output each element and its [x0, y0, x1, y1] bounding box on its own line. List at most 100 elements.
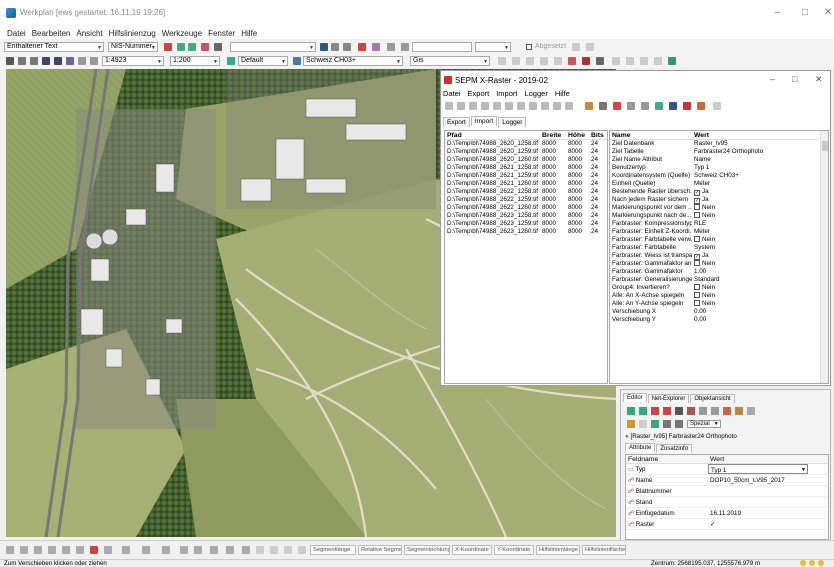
search-icon[interactable] [164, 43, 172, 51]
attribute-row[interactable]: ☍ Blattnummer [626, 486, 828, 497]
property-row[interactable]: Farbraster: Weiss ist transpa... ✓ Ja [610, 252, 828, 260]
attribute-row[interactable]: ☍ Name DOP10_50cm_LV95_2017 [626, 475, 828, 486]
tab-zusatzinfo[interactable]: Zusatzinfo [656, 444, 693, 453]
seg-tool13-icon[interactable] [242, 546, 250, 554]
tb-new-icon[interactable] [445, 102, 453, 110]
col-bits[interactable]: Bits [589, 131, 607, 139]
property-value[interactable]: ✓ Ja [692, 188, 820, 196]
menu-ansicht[interactable]: Ansicht [76, 29, 102, 38]
menu-datei[interactable]: Datei [7, 29, 26, 38]
col-breite[interactable]: Breite [540, 131, 566, 139]
property-row[interactable]: Farbraster: Farbtabelle verw... Nein [610, 236, 828, 244]
property-value[interactable]: Meter [692, 228, 820, 236]
seg-tool16-icon[interactable] [284, 546, 292, 554]
seg-tool10-icon[interactable] [194, 546, 202, 554]
spezial-dropdown[interactable]: Spezial ▼ [687, 420, 721, 428]
tb-open-icon[interactable] [457, 102, 465, 110]
ed-new-icon[interactable] [627, 407, 635, 415]
text-tool-icon[interactable] [387, 43, 395, 51]
attribute-value[interactable] [708, 486, 808, 496]
menu-werkzeuge[interactable]: Werkzeuge [162, 29, 202, 38]
move-icon[interactable] [18, 57, 26, 65]
cut-icon[interactable] [582, 57, 590, 65]
text-search-combo[interactable]: Enthaltener Text ▼ [4, 42, 104, 52]
seg-tool12-icon[interactable] [226, 546, 234, 554]
tool-icon[interactable] [612, 57, 620, 65]
tb-run-icon[interactable] [613, 102, 621, 110]
property-row[interactable]: Alle: An X-Achse spiegeln Nein [610, 292, 828, 300]
seg-tool1-icon[interactable] [6, 546, 14, 554]
tb-save-icon[interactable] [517, 102, 525, 110]
draw4-icon[interactable] [540, 57, 548, 65]
draw-icon[interactable] [498, 57, 506, 65]
seg-delete-icon[interactable] [90, 546, 98, 554]
menu-hilfe[interactable]: Hilfe [241, 29, 257, 38]
tb-edit-icon[interactable] [541, 102, 549, 110]
property-value[interactable]: Schweiz CH03+ [692, 172, 820, 180]
tb-stop2-icon[interactable] [627, 102, 635, 110]
menu-hilfslinienzug[interactable]: Hilfslinienzug [109, 29, 156, 38]
seg-tool14-icon[interactable] [256, 546, 264, 554]
seg-tool11-icon[interactable] [210, 546, 218, 554]
file-row[interactable]: D:\Temp\bl\74988_2621_1260.tif 8000 8000 24 [445, 180, 607, 188]
property-checkbox[interactable] [694, 204, 700, 210]
ed-edit-icon[interactable] [723, 407, 731, 415]
menu-bearbeiten[interactable]: Bearbeiten [32, 29, 71, 38]
tb-cancel-icon[interactable] [713, 102, 721, 110]
property-row[interactable]: Markierungspunkt vor dem ... Nein [610, 204, 828, 212]
seg-tool17-icon[interactable] [298, 546, 306, 554]
property-checkbox[interactable] [694, 260, 700, 266]
zoom-search-icon[interactable] [320, 43, 328, 51]
property-row[interactable]: Farbraster: Farbtabelle System [610, 244, 828, 252]
properties-scrollbar[interactable] [820, 131, 828, 383]
seg-tool5-icon[interactable] [62, 546, 70, 554]
file-row[interactable]: D:\Temp\bl\74988_2622_1259.tif 8000 8000 24 [445, 196, 607, 204]
property-row[interactable]: Farbraster: Generalisierungen Standard [610, 276, 828, 284]
ed-flag-icon[interactable] [687, 407, 695, 415]
address-combo[interactable]: ▼ [230, 42, 316, 52]
tool3-icon[interactable] [640, 57, 648, 65]
ed-find-icon[interactable] [675, 407, 683, 415]
property-row[interactable]: Koordinatensystem (Quelle) Schweiz CH03+ [610, 172, 828, 180]
property-row[interactable]: Farbraster: Gammafaktor 1.00 [610, 268, 828, 276]
zoom-out-icon[interactable] [54, 57, 62, 65]
dialog-menu-datei[interactable]: Datei [443, 89, 461, 98]
file-row[interactable]: D:\Temp\bl\74988_2620_1260.tif 8000 8000 24 [445, 156, 607, 164]
property-value[interactable]: System [692, 244, 820, 252]
attribute-value[interactable] [708, 497, 808, 507]
seg-tool3-icon[interactable] [34, 546, 42, 554]
attribute-value[interactable]: 16.11.2019 [708, 508, 808, 518]
ed-back-icon[interactable] [699, 407, 707, 415]
tb-add-icon[interactable] [553, 102, 561, 110]
dialog-minimize-icon[interactable]: – [770, 74, 775, 84]
seg-tool2-icon[interactable] [20, 546, 28, 554]
tb-remove-icon[interactable] [565, 102, 573, 110]
label-combo[interactable] [412, 42, 472, 52]
property-row[interactable]: Alle: An Y-Achse spiegeln Nein [610, 300, 828, 308]
property-value[interactable]: Nein [692, 284, 820, 292]
property-value[interactable]: Typ 1 [692, 164, 820, 172]
nis-number-combo[interactable]: NIS-Nummer ▼ [108, 42, 158, 52]
ed-tool-icon[interactable] [735, 407, 743, 415]
seg-tool8-icon[interactable] [162, 546, 170, 554]
tb-play-icon[interactable] [469, 102, 477, 110]
tb-folder-icon[interactable] [697, 102, 705, 110]
tab-logger[interactable]: Logger [498, 117, 527, 127]
ed-pen-icon[interactable] [639, 420, 647, 428]
layer-icon[interactable] [227, 57, 235, 65]
col-pfad[interactable]: Pfad [445, 131, 540, 139]
property-row[interactable]: Verschiebung Y 0.00 [610, 316, 828, 324]
dialog-menu-export[interactable]: Export [468, 89, 490, 98]
zoom-full-icon[interactable] [78, 57, 86, 65]
typ-select[interactable]: Typ 1 ▼ [708, 464, 808, 474]
style-combo[interactable]: Default ▼ [238, 56, 288, 66]
seg-x-button[interactable]: X-Koordinate [452, 545, 492, 555]
tb-open2-icon[interactable] [585, 102, 593, 110]
edit-icon[interactable] [572, 43, 580, 51]
file-row[interactable]: D:\Temp\bl\74988_2620_1259.tif 8000 8000 24 [445, 148, 607, 156]
property-checkbox[interactable] [694, 292, 700, 298]
seg-hl-flaeche-button[interactable]: Hilfslinienfläche [582, 545, 626, 555]
pointer-icon[interactable] [6, 57, 14, 65]
property-value[interactable]: Nein [692, 260, 820, 268]
seg-tool6-icon[interactable] [76, 546, 84, 554]
